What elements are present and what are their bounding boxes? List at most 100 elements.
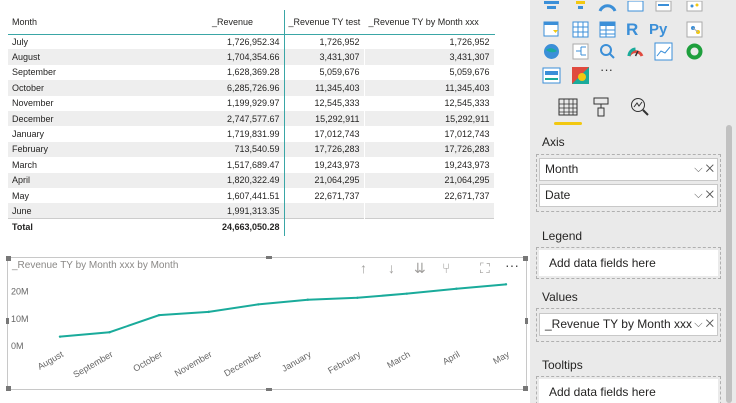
table-visual[interactable]: Month _Revenue _Revenue TY test _Revenue… xyxy=(8,10,496,242)
report-canvas: Month _Revenue _Revenue TY test _Revenue… xyxy=(0,0,530,403)
y-tick-label: 0M xyxy=(11,341,24,351)
funnel-visual-icon[interactable] xyxy=(542,0,561,19)
r-visual-icon[interactable]: R xyxy=(626,20,645,39)
field-controls[interactable]: ⌵ ✕ xyxy=(694,159,714,180)
slicer-visual-icon[interactable] xyxy=(542,20,561,39)
table-cell: 22,671,737 xyxy=(284,187,365,204)
values-field-revenue-ty[interactable]: _Revenue TY by Month xxx ⌵ ✕ xyxy=(539,313,718,336)
table-row[interactable]: May 1,607,441.51 22,671,737 22,671,737 xyxy=(8,187,495,204)
data-point[interactable] xyxy=(257,303,260,306)
more-visuals-button[interactable]: ··· xyxy=(600,62,619,81)
scatter-visual-icon[interactable] xyxy=(685,0,704,19)
table-cell: 6,285,726.96 xyxy=(208,80,285,96)
total-cell xyxy=(284,218,365,236)
fields-tab-icon[interactable] xyxy=(556,96,580,118)
axis-field-well[interactable]: Month ⌵ ✕ Date ⌵ ✕ xyxy=(536,154,721,212)
kpi-visual-icon[interactable] xyxy=(598,0,617,19)
legend-field-well[interactable]: Add data fields here xyxy=(536,247,721,279)
x-tick-label: October xyxy=(131,349,164,374)
multirow-card-visual-icon[interactable] xyxy=(654,0,673,19)
field-label: Date xyxy=(545,188,571,202)
axis-field-month[interactable]: Month ⌵ ✕ xyxy=(539,158,718,181)
gauge-visual-icon[interactable] xyxy=(571,0,590,19)
axis-field-date[interactable]: Date ⌵ ✕ xyxy=(539,184,718,207)
table-cell: 1,820,322.49 xyxy=(208,172,285,188)
format-tab-icon[interactable] xyxy=(589,96,613,118)
data-point[interactable] xyxy=(108,331,111,334)
key-influencers-visual-icon[interactable] xyxy=(685,20,704,39)
x-tick-label: March xyxy=(385,349,412,370)
table-row[interactable]: April 1,820,322.49 21,064,295 21,064,295 xyxy=(8,172,495,188)
data-point[interactable] xyxy=(405,292,409,295)
table-total-row: Total 24,663,050.28 xyxy=(8,218,495,236)
table-cell: 1,628,369.28 xyxy=(208,64,285,81)
table-cell: December xyxy=(8,110,208,127)
legend-drop-zone[interactable]: Add data fields here xyxy=(539,250,718,276)
matrix-visual-icon[interactable] xyxy=(598,20,617,39)
line-chart-visual[interactable]: _Revenue TY by Month xxx by Month ↑ ↓ ⇊ … xyxy=(6,256,528,391)
table-row[interactable]: November 1,199,929.97 12,545,333 12,545,333 xyxy=(8,95,495,111)
table-row[interactable]: September 1,628,369.28 5,059,676 5,059,676 xyxy=(8,64,495,81)
data-table: Month _Revenue _Revenue TY test _Revenue… xyxy=(8,10,495,236)
field-controls[interactable]: ⌵ ✕ xyxy=(694,185,714,206)
table-cell: 3,431,307 xyxy=(284,49,365,65)
x-tick-label: February xyxy=(326,349,363,376)
values-field-well[interactable]: _Revenue TY by Month xxx ⌵ ✕ xyxy=(536,308,721,342)
data-point[interactable] xyxy=(504,283,508,286)
arcgis-map-visual-icon[interactable] xyxy=(542,42,561,61)
series-line[interactable] xyxy=(59,283,507,338)
x-tick-label: November xyxy=(173,349,214,378)
data-point[interactable] xyxy=(455,287,458,290)
table-cell: 1,726,952 xyxy=(284,34,365,50)
column-header-revenue[interactable]: _Revenue xyxy=(208,10,285,35)
tooltips-drop-zone[interactable]: Add data fields here xyxy=(539,379,718,403)
table-row[interactable]: January 1,719,831.99 17,012,743 17,012,743 xyxy=(8,126,495,142)
column-header-revenue-ty-by-month[interactable]: _Revenue TY by Month xxx xyxy=(364,10,495,35)
table-cell: 11,345,403 xyxy=(284,80,365,96)
data-point[interactable] xyxy=(58,335,62,338)
table-cell: 12,545,333 xyxy=(284,95,365,111)
table-cell: 713,540.59 xyxy=(208,141,285,158)
data-point[interactable] xyxy=(207,310,210,314)
x-tick-label: December xyxy=(222,349,263,378)
table-row[interactable]: March 1,517,689.47 19,243,973 19,243,973 xyxy=(8,157,495,173)
qa-visual-icon[interactable] xyxy=(598,42,617,61)
data-point[interactable] xyxy=(306,298,309,301)
table-cell xyxy=(364,203,495,219)
scrollbar-thumb[interactable] xyxy=(726,125,732,403)
table-cell: 19,243,973 xyxy=(364,157,495,173)
tooltips-field-well[interactable]: Add data fields here xyxy=(536,376,721,403)
decomposition-tree-visual-icon[interactable] xyxy=(571,42,590,61)
table-row[interactable]: February 713,540.59 17,726,283 17,726,283 xyxy=(8,141,495,158)
line-forecast-visual-icon[interactable] xyxy=(654,42,673,61)
donut-visual-icon[interactable] xyxy=(685,42,704,61)
data-point[interactable] xyxy=(356,296,359,299)
table-row[interactable]: December 2,747,577.67 15,292,911 15,292,911 xyxy=(8,110,495,127)
legend-section-label: Legend xyxy=(542,229,583,243)
smiley-visual-icon[interactable] xyxy=(571,66,590,85)
table-cell: 1,517,689.47 xyxy=(208,157,285,173)
card-visual-icon[interactable] xyxy=(626,0,645,19)
line-chart: 20M 10M 0M August September October November De… xyxy=(11,283,511,380)
table-row[interactable]: July 1,726,952.34 1,726,952 1,726,952 xyxy=(8,34,495,50)
active-tab-indicator xyxy=(554,122,582,125)
analytics-tab-icon[interactable] xyxy=(628,96,652,118)
table-row[interactable]: June 1,991,313.35 xyxy=(8,203,495,219)
table-cell xyxy=(284,203,365,219)
pane-tabs xyxy=(530,92,730,128)
numeric-card-visual-icon[interactable] xyxy=(542,66,561,85)
field-controls[interactable]: ⌵ ✕ xyxy=(694,314,714,335)
table-cell: 1,991,313.35 xyxy=(208,203,285,219)
data-point[interactable] xyxy=(157,313,161,317)
pane-scrollbar[interactable] xyxy=(722,125,736,403)
column-header-revenue-ty-test[interactable]: _Revenue TY test xyxy=(284,10,365,35)
total-cell: 24,663,050.28 xyxy=(208,218,285,236)
column-header-month[interactable]: Month xyxy=(8,10,208,35)
table-row[interactable]: August 1,704,354.66 3,431,307 3,431,307 xyxy=(8,49,495,65)
python-visual-icon[interactable]: Py xyxy=(649,20,675,39)
table-cell: October xyxy=(8,80,208,96)
table-visual-icon[interactable] xyxy=(571,20,590,39)
visual-gallery: R Py ··· xyxy=(536,0,706,86)
table-row[interactable]: October 6,285,726.96 11,345,403 11,345,403 xyxy=(8,80,495,96)
speedometer-visual-icon[interactable] xyxy=(626,42,645,61)
